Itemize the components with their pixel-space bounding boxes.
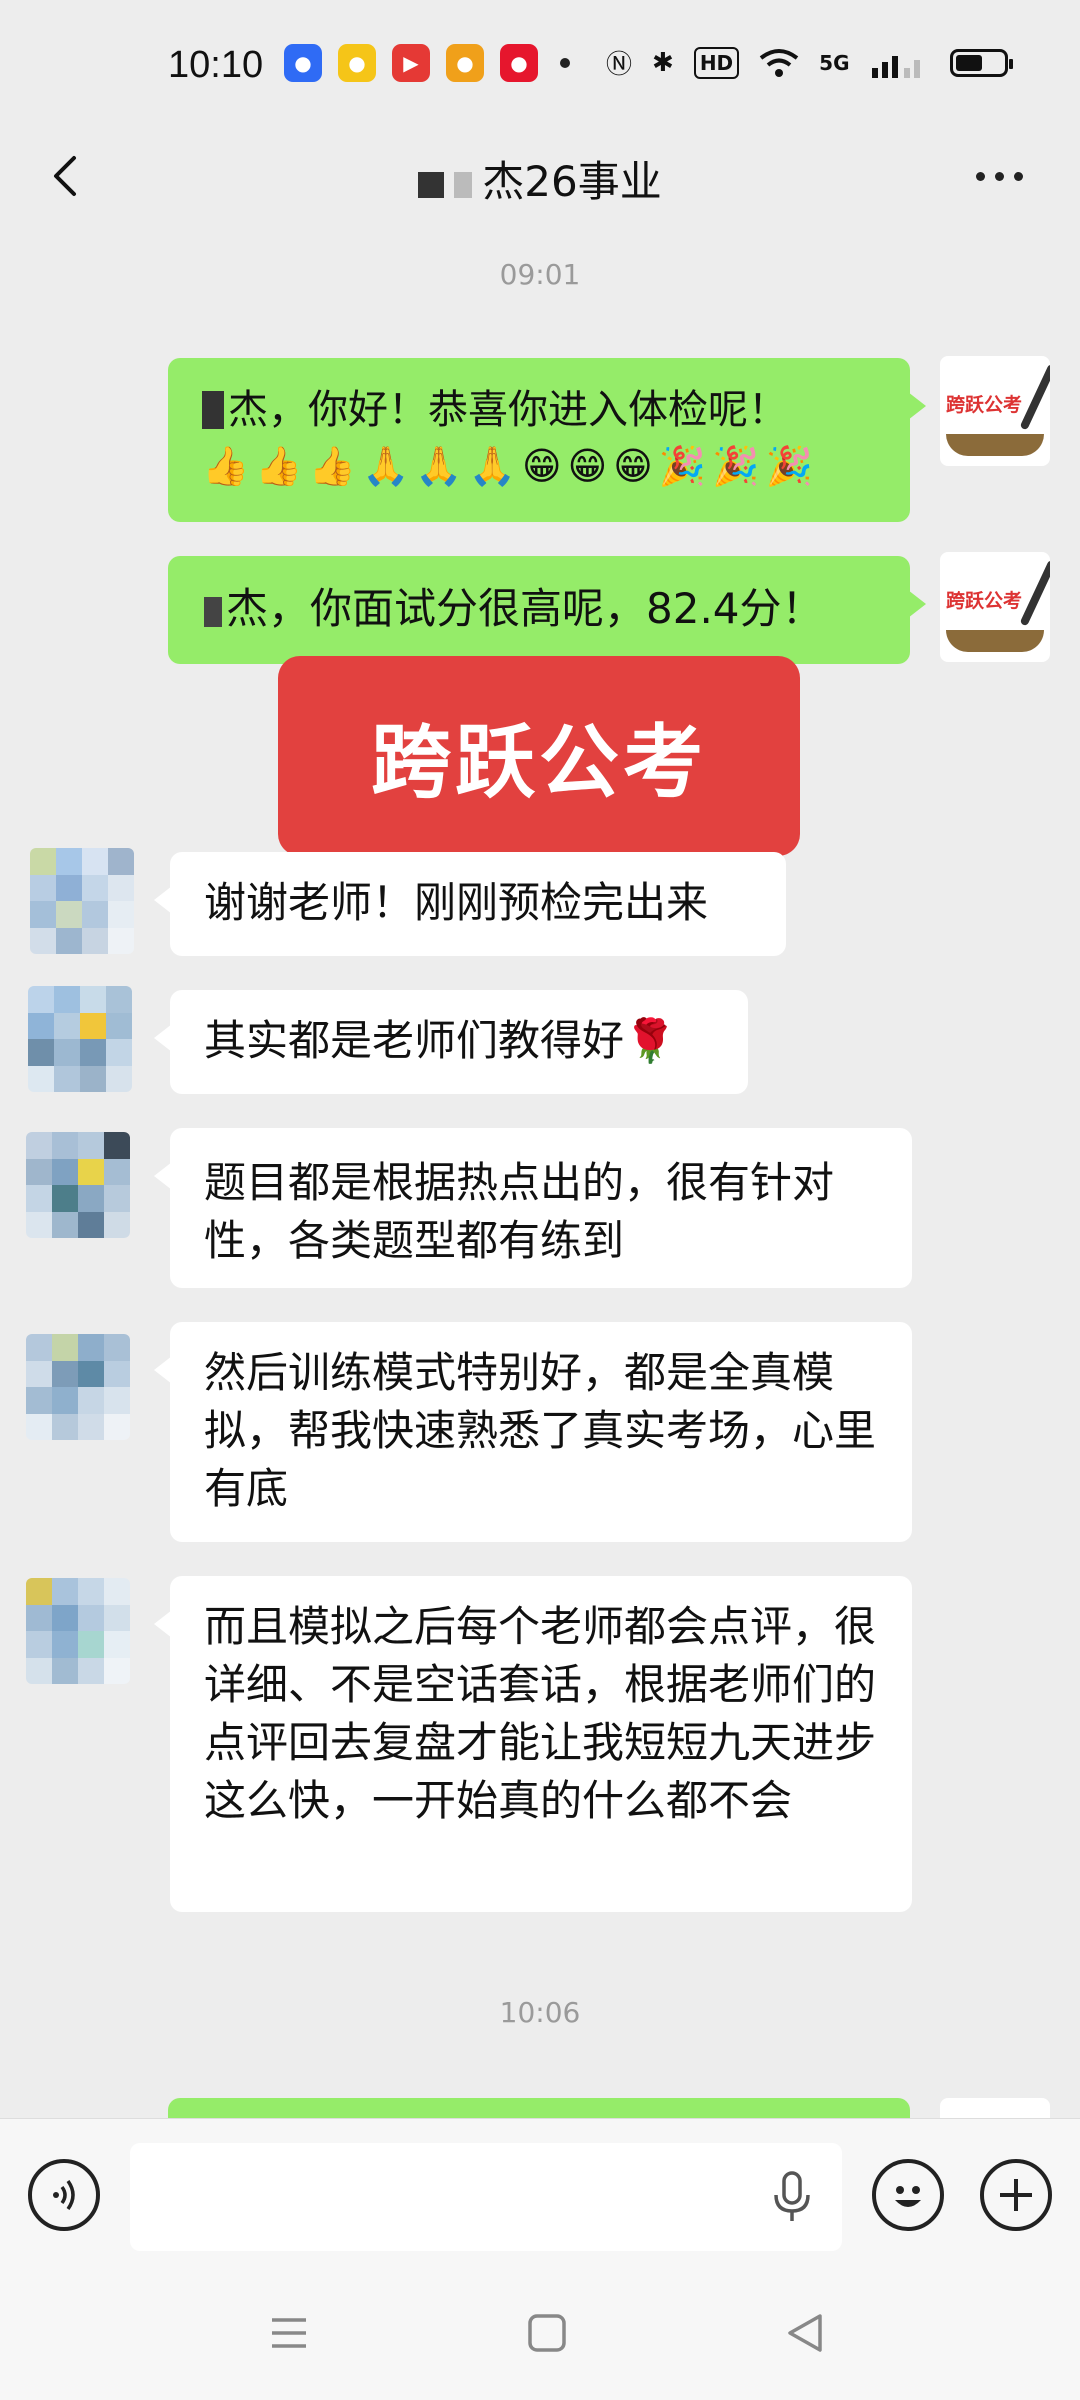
contact-avatar[interactable] (30, 848, 134, 954)
message-bubble-incoming[interactable]: 题目都是根据热点出的，很有针对性，各类题型都有练到 (154, 1128, 912, 1288)
message-bubble-outgoing[interactable]: 杰，你面试分很高呢，82.4分！ (168, 556, 926, 664)
emoji: 🙏 (415, 444, 463, 488)
smiley-icon (895, 2186, 921, 2207)
emoji: 🙏 (468, 444, 516, 488)
system-nav-bar (0, 2268, 1080, 2400)
my-avatar-partial (940, 2098, 1050, 2118)
message-bubble-outgoing-partial[interactable] (168, 2098, 910, 2118)
emoji: 🎉 (765, 444, 813, 488)
emoji-row: 👍 👍 👍 🙏 🙏 🙏 😁 😁 😁 🎉 🎉 🎉 (202, 440, 876, 492)
wifi-icon (759, 48, 799, 77)
contact-avatar[interactable] (26, 1334, 130, 1440)
network-label: 5G (819, 50, 850, 75)
emoji: 👍 (255, 444, 303, 488)
emoji: 🙏 (361, 444, 410, 488)
timestamp: 10:06 (499, 1996, 581, 2029)
music-icon: ● (338, 44, 376, 82)
message-bubble-incoming[interactable]: 而且模拟之后每个老师都会点评，很详细、不是空话套话，根据老师们的点评回去复盘才能… (154, 1576, 912, 1912)
more-notifications-dot (560, 58, 570, 68)
emoji: 🎉 (712, 444, 760, 488)
home-nav-icon[interactable] (526, 2312, 568, 2354)
emoji-button[interactable] (872, 2159, 944, 2231)
system-indicators: Ⓝ ✱ HD 5G (606, 44, 1013, 81)
my-avatar[interactable]: 跨跃公考 (940, 552, 1050, 662)
sogou-icon: ● (446, 44, 484, 82)
back-nav-icon[interactable] (784, 2312, 826, 2354)
redaction-mask (418, 171, 445, 198)
my-avatar[interactable]: 跨跃公考 (940, 356, 1050, 466)
message-text: 杰，你面试分很高呢，82.4分！ (226, 584, 824, 633)
video-icon: ▶ (392, 44, 430, 82)
chat-title: 杰26事业 (0, 148, 1080, 209)
chat-title-text: 杰26事业 (482, 157, 662, 206)
message-text: 题目都是根据热点出的，很有针对性，各类题型都有练到 (204, 1158, 835, 1265)
message-bubble-incoming[interactable]: 其实都是老师们教得好🌹 (154, 990, 748, 1094)
emoji: 😁 (521, 444, 562, 488)
message-input[interactable] (130, 2143, 842, 2251)
message-bubble-outgoing[interactable]: 杰，你好！恭喜你进入体检呢！ 👍 👍 👍 🙏 🙏 🙏 😁 😁 😁 🎉 🎉 🎉 (168, 358, 926, 522)
nfc-icon: Ⓝ (606, 50, 633, 80)
message-bubble-incoming[interactable]: 然后训练模式特别好，都是全真模拟，帮我快速熟悉了真实考场，心里有底 (154, 1322, 912, 1542)
voice-wave-icon (53, 2179, 75, 2211)
message-text: 谢谢老师！刚刚预检完出来 (204, 878, 709, 927)
plus-icon (1000, 2179, 1032, 2211)
emoji: 😁 (567, 444, 608, 488)
watermark-banner: 跨跃公考 (278, 656, 800, 856)
message-text: 杰，你好！恭喜你进入体检呢！ (228, 387, 788, 433)
message-text: 其实都是老师们教得好🌹 (204, 1016, 677, 1065)
microphone-icon[interactable] (770, 2171, 814, 2223)
redaction-mask (204, 597, 222, 627)
battery-icon (949, 48, 1013, 77)
menu-nav-icon[interactable] (268, 2312, 310, 2354)
emoji: 👍 (202, 444, 250, 488)
notification-icons: ● ● ▶ ● ● (284, 44, 570, 82)
chat-header: 杰26事业 (0, 120, 1080, 238)
status-bar: 10:10 ● ● ▶ ● ● Ⓝ ✱ HD 5G (0, 0, 1080, 130)
emoji: 😁 (613, 444, 653, 488)
input-bar (0, 2118, 1080, 2269)
contact-avatar[interactable] (28, 986, 132, 1092)
emoji: 👍 (308, 444, 356, 488)
bluetooth-icon: ✱ (652, 47, 674, 78)
message-text: 然后训练模式特别好，都是全真模拟，帮我快速熟悉了真实考场，心里有底 (204, 1348, 877, 1513)
redaction-mask (202, 391, 224, 429)
weibo-icon: ● (500, 44, 538, 82)
status-time: 10:10 (168, 44, 264, 86)
avatar-brand-text: 跨跃公考 (946, 394, 1023, 416)
more-options-icon[interactable] (976, 156, 1032, 196)
message-text: 而且模拟之后每个老师都会点评，很详细、不是空话套话，根据老师们的点评回去复盘才能… (204, 1602, 877, 1825)
redaction-mask (454, 171, 473, 198)
message-bubble-incoming[interactable]: 谢谢老师！刚刚预检完出来 (154, 852, 786, 956)
emoji: 🎉 (658, 444, 707, 488)
avatar-brand-text: 跨跃公考 (946, 590, 1023, 612)
signal-icon (871, 55, 920, 78)
timestamp: 09:01 (499, 258, 581, 291)
hd-badge: HD (693, 46, 740, 79)
contact-avatar[interactable] (26, 1132, 130, 1238)
baidu-icon: ● (284, 44, 322, 82)
add-more-button[interactable] (980, 2159, 1052, 2231)
voice-toggle-button[interactable] (28, 2159, 100, 2231)
contact-avatar[interactable] (26, 1578, 130, 1684)
